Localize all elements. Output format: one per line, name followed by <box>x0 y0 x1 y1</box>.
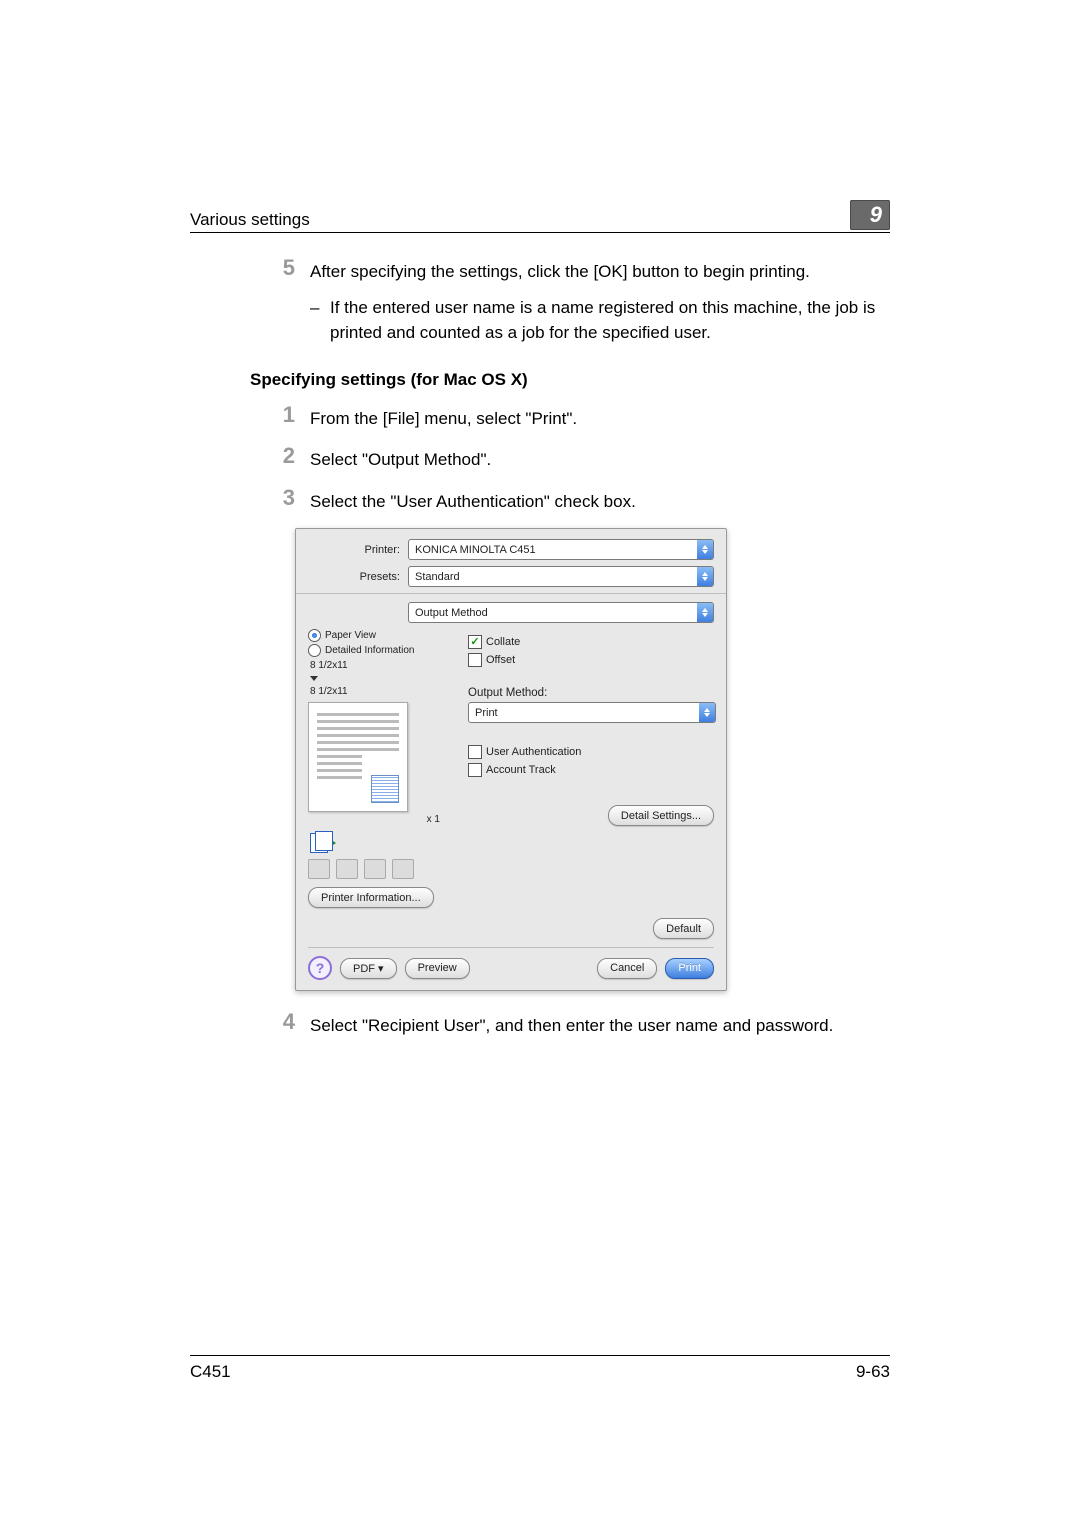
paper-view-label: Paper View <box>325 630 376 641</box>
dropdown-arrows-icon <box>697 603 713 622</box>
option-icon <box>364 859 386 879</box>
help-icon[interactable]: ? <box>308 956 332 980</box>
account-track-label: Account Track <box>486 764 556 776</box>
footer-page-number: 9-63 <box>856 1362 890 1382</box>
user-authentication-checkbox[interactable] <box>468 745 482 759</box>
presets-select-value: Standard <box>409 571 697 583</box>
step-text: From the [File] menu, select "Print". <box>310 404 890 432</box>
presets-label: Presets: <box>308 571 408 583</box>
step-number: 3 <box>250 487 310 515</box>
step-text: Select "Recipient User", and then enter … <box>310 1011 890 1039</box>
option-icon <box>336 859 358 879</box>
dropdown-arrows-icon <box>699 703 715 722</box>
step-number: 1 <box>250 404 310 432</box>
copies-indicator: x 1 <box>308 814 458 825</box>
option-icon <box>308 859 330 879</box>
detailed-info-radio[interactable] <box>308 644 321 657</box>
pdf-button[interactable]: PDF ▾ <box>340 958 397 979</box>
page-header-title: Various settings <box>190 210 850 230</box>
cancel-button[interactable]: Cancel <box>597 958 657 979</box>
step-text: Select "Output Method". <box>310 445 890 473</box>
offset-checkbox[interactable] <box>468 653 482 667</box>
step-number: 4 <box>250 1011 310 1039</box>
paper-size-1: 8 1/2x11 <box>310 660 348 671</box>
output-method-label: Output Method: <box>468 687 714 699</box>
printer-information-button[interactable]: Printer Information... <box>308 887 434 908</box>
collate-label: Collate <box>486 636 520 648</box>
print-dialog-screenshot: Printer: KONICA MINOLTA C451 Presets: St… <box>295 528 727 991</box>
subheading: Specifying settings (for Mac OS X) <box>250 370 890 390</box>
dropdown-arrows-icon <box>697 567 713 586</box>
presets-select[interactable]: Standard <box>408 566 714 587</box>
dropdown-arrows-icon <box>697 540 713 559</box>
print-button[interactable]: Print <box>665 958 714 979</box>
printer-select[interactable]: KONICA MINOLTA C451 <box>408 539 714 560</box>
detail-settings-button[interactable]: Detail Settings... <box>608 805 714 826</box>
divider <box>296 593 726 594</box>
step-number: 5 <box>250 257 310 346</box>
triangle-down-icon <box>310 676 318 681</box>
preview-button[interactable]: Preview <box>405 958 470 979</box>
bullet-dash: – <box>310 295 330 346</box>
collate-checkbox[interactable]: ✓ <box>468 635 482 649</box>
output-method-value: Print <box>469 707 699 719</box>
detailed-info-label: Detailed Information <box>325 645 415 656</box>
printer-label: Printer: <box>308 544 408 556</box>
printer-select-value: KONICA MINOLTA C451 <box>409 544 697 556</box>
panel-select[interactable]: Output Method <box>408 602 714 623</box>
panel-select-value: Output Method <box>409 607 697 619</box>
footer-model: C451 <box>190 1362 856 1382</box>
sub-step-text: If the entered user name is a name regis… <box>330 295 890 346</box>
account-track-checkbox[interactable] <box>468 763 482 777</box>
paper-view-radio[interactable] <box>308 629 321 642</box>
step-text: Select the "User Authentication" check b… <box>310 487 890 515</box>
default-button[interactable]: Default <box>653 918 714 939</box>
section-number-badge: 9 <box>850 200 890 230</box>
user-authentication-label: User Authentication <box>486 746 581 758</box>
pages-arrow-icon <box>308 831 334 853</box>
option-icon <box>392 859 414 879</box>
paper-size-2: 8 1/2x11 <box>310 686 348 697</box>
step-text: After specifying the settings, click the… <box>310 262 810 281</box>
step-number: 2 <box>250 445 310 473</box>
output-method-select[interactable]: Print <box>468 702 716 723</box>
offset-label: Offset <box>486 654 515 666</box>
paper-preview-icon <box>308 702 408 812</box>
